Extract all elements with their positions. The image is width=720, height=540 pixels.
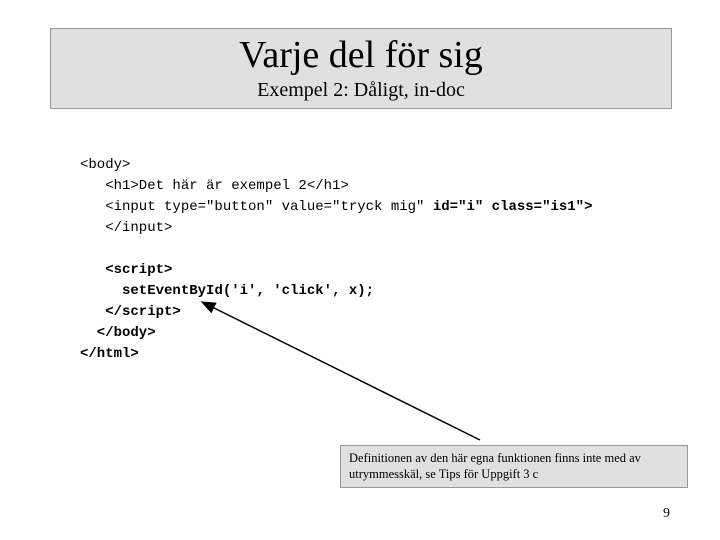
annotation-note: Definitionen av den här egna funktionen … bbox=[340, 445, 688, 488]
code-line: <input type="button" value="tryck mig" bbox=[80, 199, 433, 215]
code-line: By bbox=[189, 283, 206, 299]
code-line: </scr bbox=[80, 304, 147, 320]
slide-subtitle: Exempel 2: Dåligt, in-doc bbox=[51, 79, 671, 102]
code-bold: id="i" class="is1"> bbox=[433, 199, 593, 215]
note-text: Definitionen av den här egna funktionen … bbox=[349, 451, 641, 481]
slide-title: Varje del för sig bbox=[51, 35, 671, 77]
page-number: 9 bbox=[663, 506, 670, 522]
code-line: </input> bbox=[80, 220, 172, 236]
code-line: <body> bbox=[80, 157, 130, 173]
slide-header: Varje del för sig Exempel 2: Dåligt, in-… bbox=[50, 28, 672, 109]
code-line: Event bbox=[147, 283, 189, 299]
code-line: </html> bbox=[80, 346, 139, 362]
code-line: ipt> bbox=[147, 304, 181, 320]
code-line: <script> bbox=[80, 262, 172, 278]
code-line: set bbox=[80, 283, 147, 299]
code-line: <h1>Det här är exempel 2</h1> bbox=[80, 178, 349, 194]
code-example: <body> <h1>Det här är exempel 2</h1> <in… bbox=[80, 155, 593, 365]
code-line: </body> bbox=[80, 325, 156, 341]
code-line: Id('i', 'click', x); bbox=[206, 283, 374, 299]
